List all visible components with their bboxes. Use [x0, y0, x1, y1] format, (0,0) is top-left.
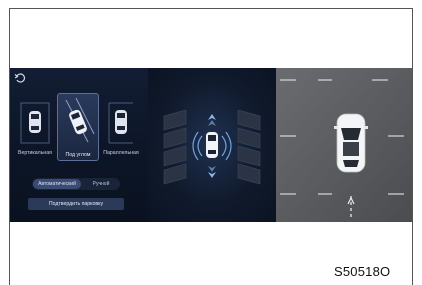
- parallel-parking-icon: [108, 102, 133, 144]
- back-button[interactable]: [13, 71, 27, 85]
- manual-mode-option[interactable]: Ручной: [84, 179, 118, 189]
- mode-vertical-card[interactable]: Вертикальная: [18, 97, 52, 157]
- back-arrow-icon: [14, 73, 25, 83]
- parking-control-toggle: Автоматический Ручной: [32, 178, 120, 190]
- parking-mode-panel: Вертикальная Под углом Параллельная Авто…: [10, 68, 148, 222]
- vertical-parking-icon: [20, 102, 50, 144]
- angle-parking-icon: [65, 97, 95, 143]
- confirm-parking-button[interactable]: Подтвердить парковку: [28, 198, 124, 210]
- mode-vertical-label: Вертикальная: [18, 150, 52, 156]
- auto-mode-option[interactable]: Автоматический: [33, 179, 81, 189]
- mode-angle-label: Под углом: [65, 152, 91, 158]
- parking-sensor-illustration: [163, 109, 261, 185]
- mode-parallel-label: Параллельная: [103, 150, 139, 156]
- camera-view-panel: [276, 68, 412, 222]
- figure-code: S50518O: [334, 264, 391, 279]
- figure-frame-right: [412, 8, 413, 285]
- parking-assist-screen: Вертикальная Под углом Параллельная Авто…: [10, 68, 412, 222]
- camera-top-view: [276, 68, 412, 222]
- mode-angle-card[interactable]: Под углом: [57, 93, 99, 161]
- mode-parallel-card[interactable]: Параллельная: [103, 97, 139, 157]
- figure-frame-top: [9, 8, 413, 9]
- sensor-view-panel: [148, 68, 276, 222]
